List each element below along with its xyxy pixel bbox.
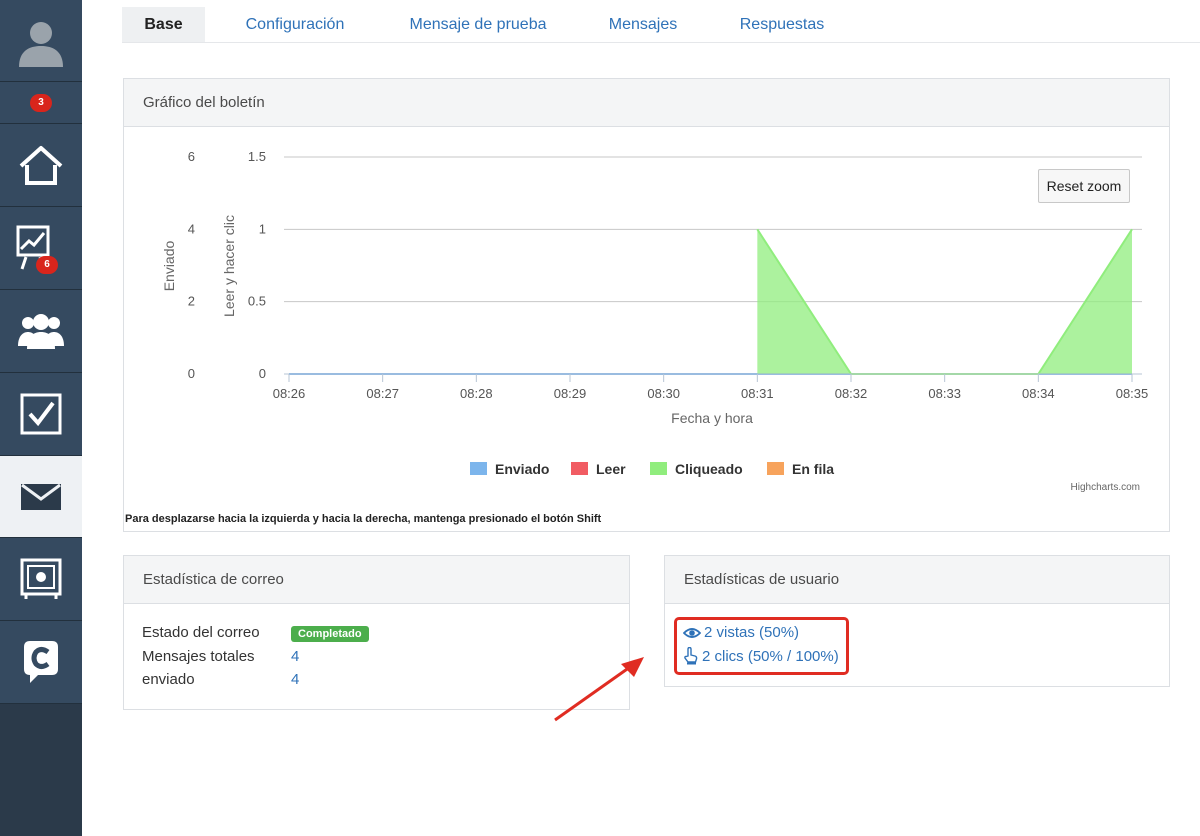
chart-panel-title: Gráfico del boletín bbox=[124, 79, 1169, 127]
sidebar-item-home[interactable] bbox=[0, 124, 82, 207]
sidebar-item-stats[interactable]: 6 bbox=[0, 207, 82, 290]
tab-configuracion[interactable]: Configuración bbox=[230, 7, 360, 42]
legend-item: Enviado bbox=[495, 461, 549, 477]
tab-respuestas[interactable]: Respuestas bbox=[728, 7, 836, 42]
sent-label: enviado bbox=[142, 671, 195, 688]
tab-base[interactable]: Base bbox=[122, 7, 205, 42]
legend-swatch bbox=[767, 462, 784, 475]
legend-item: En fila bbox=[792, 461, 834, 477]
mail-status-label: Estado del correo bbox=[142, 624, 260, 641]
x-tick-label: 08:28 bbox=[460, 386, 493, 401]
x-tick-label: 08:33 bbox=[928, 386, 961, 401]
x-tick-label: 08:32 bbox=[835, 386, 868, 401]
y-right-tick-label: 1.5 bbox=[248, 149, 266, 164]
legend-item: Cliqueado bbox=[675, 461, 743, 477]
annotation-arrow bbox=[554, 657, 644, 722]
legend-item: Leer bbox=[596, 461, 626, 477]
x-tick-label: 08:29 bbox=[554, 386, 587, 401]
home-icon bbox=[19, 146, 63, 185]
sidebar-item-mail[interactable] bbox=[0, 456, 82, 538]
sidebar: 3 6 bbox=[0, 0, 82, 836]
y-right-tick-label: 1 bbox=[259, 221, 266, 236]
highlight-box bbox=[674, 617, 849, 675]
sidebar-notifications[interactable]: 3 bbox=[0, 82, 82, 124]
y-right-tick-label: 0 bbox=[259, 366, 266, 381]
y-left-tick-label: 2 bbox=[188, 294, 195, 309]
status-badge: Completado bbox=[291, 626, 369, 642]
checkbox-icon bbox=[20, 393, 62, 435]
y-right-tick-label: 0.5 bbox=[248, 294, 266, 309]
y-left-tick-label: 0 bbox=[188, 366, 195, 381]
y-left-tick-label: 4 bbox=[188, 221, 195, 236]
x-tick-label: 08:26 bbox=[273, 386, 306, 401]
legend-swatch bbox=[571, 462, 588, 475]
legend-swatch bbox=[470, 462, 487, 475]
avatar-icon bbox=[19, 21, 63, 67]
tab-mensajes[interactable]: Mensajes bbox=[598, 7, 688, 42]
y-right-axis-title: Leer y hacer clic bbox=[221, 215, 237, 317]
chat-c-icon bbox=[24, 641, 58, 683]
vault-icon bbox=[20, 558, 62, 599]
legend-swatch bbox=[650, 462, 667, 475]
x-tick-label: 08:31 bbox=[741, 386, 774, 401]
stats-badge: 6 bbox=[36, 256, 58, 274]
total-messages-value[interactable]: 4 bbox=[291, 648, 299, 665]
tab-bar: Base Configuración Mensaje de prueba Men… bbox=[122, 7, 1200, 43]
x-tick-label: 08:34 bbox=[1022, 386, 1055, 401]
scroll-hint: Para desplazarse hacia la izquierda y ha… bbox=[125, 513, 602, 525]
x-tick-label: 08:27 bbox=[366, 386, 399, 401]
newsletter-chart[interactable]: 08:26 08:27 08:28 08:29 08:30 08:31 08:32 08:33… bbox=[124, 128, 1169, 532]
x-tick-label: 08:35 bbox=[1116, 386, 1149, 401]
x-axis-title: Fecha y hora bbox=[671, 410, 753, 426]
notification-badge: 3 bbox=[30, 93, 52, 112]
chart-panel: Gráfico del boletín 08:26 08:27 08:28 08:29… bbox=[123, 78, 1170, 532]
sidebar-item-tasks[interactable] bbox=[0, 373, 82, 456]
total-messages-label: Mensajes totales bbox=[142, 648, 255, 665]
sidebar-item-subscribers[interactable] bbox=[0, 290, 82, 373]
y-left-axis-title: Enviado bbox=[161, 240, 177, 291]
user-stats-title: Estadísticas de usuario bbox=[665, 556, 1169, 604]
sidebar-avatar[interactable] bbox=[0, 0, 82, 82]
chart-credits[interactable]: Highcharts.com bbox=[1071, 482, 1140, 493]
sent-value[interactable]: 4 bbox=[291, 671, 299, 688]
y-left-tick-label: 6 bbox=[188, 149, 195, 164]
mail-stats-title: Estadística de correo bbox=[124, 556, 629, 604]
mail-icon bbox=[21, 483, 61, 510]
users-icon bbox=[18, 314, 64, 349]
x-tick-label: 08:30 bbox=[647, 386, 680, 401]
tab-mensaje-de-prueba[interactable]: Mensaje de prueba bbox=[398, 7, 558, 42]
reset-zoom-button[interactable]: Reset zoom bbox=[1038, 169, 1130, 203]
sidebar-item-chat[interactable] bbox=[0, 621, 82, 704]
sidebar-item-vault[interactable] bbox=[0, 538, 82, 621]
